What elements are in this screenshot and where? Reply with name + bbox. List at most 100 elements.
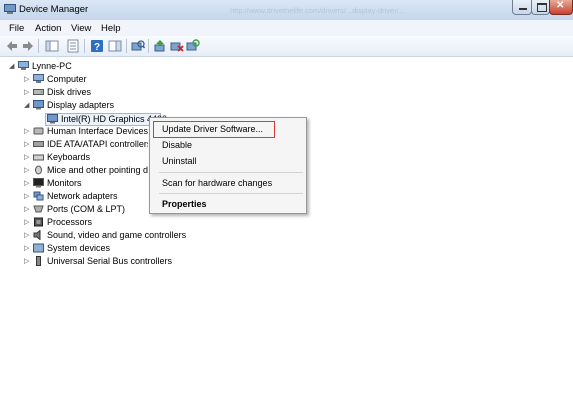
collapsed-arrow-icon[interactable]: ▷	[24, 244, 32, 253]
tree-item-label: Monitors	[47, 178, 82, 188]
processor-icon	[34, 217, 43, 227]
device-tree: ◢ Lynne-PC ▷ Computer ▷ Disk drives ◢ Di…	[0, 57, 573, 401]
collapsed-arrow-icon[interactable]: ▷	[24, 166, 32, 175]
device-manager-icon	[4, 4, 16, 14]
title-bar: Device Manager http://www.drivethelife.c…	[0, 0, 573, 20]
tree-item-network-adapters[interactable]: ▷ Network adapters	[24, 190, 148, 203]
menu-view[interactable]: View	[71, 23, 91, 34]
tree-item-label: System devices	[47, 243, 111, 253]
tree-item-label: Disk drives	[47, 87, 92, 97]
ide-controller-icon	[33, 141, 44, 147]
tree-item-label: Mice and other pointing devices	[47, 165, 148, 175]
scan-hardware-icon[interactable]	[131, 39, 145, 53]
uninstall-icon[interactable]	[170, 39, 184, 53]
maximize-button[interactable]	[531, 0, 550, 15]
tree-item-label: Universal Serial Bus controllers	[47, 256, 173, 266]
tree-item-disk-drives[interactable]: ▷ Disk drives	[24, 86, 224, 99]
tree-item-display-adapters[interactable]: ◢ Display adapters	[24, 99, 224, 112]
close-button[interactable]: ✕	[549, 0, 573, 15]
port-icon	[33, 205, 44, 213]
tree-item-monitors[interactable]: ▷ Monitors	[24, 177, 148, 190]
back-icon[interactable]	[5, 39, 19, 53]
menu-separator	[159, 193, 303, 194]
collapsed-arrow-icon[interactable]: ▷	[24, 192, 32, 201]
tree-item-label: Display adapters	[47, 100, 115, 110]
tree-item-computer[interactable]: ▷ Computer	[24, 73, 224, 86]
hid-icon	[33, 127, 44, 135]
tree-item-keyboards[interactable]: ▷ Keyboards	[24, 151, 148, 164]
toolbar-separator	[126, 39, 127, 53]
tree-item-label: Sound, video and game controllers	[47, 230, 187, 240]
mouse-icon	[35, 165, 42, 175]
menu-help[interactable]: Help	[101, 23, 121, 34]
tree-item-label: IDE ATA/ATAPI controllers	[47, 139, 148, 149]
tree-item-processors[interactable]: ▷ Processors	[24, 216, 148, 229]
show-hide-tree-icon[interactable]	[45, 39, 59, 53]
tree-item-label: Human Interface Devices	[47, 126, 148, 136]
computer-icon	[33, 74, 44, 83]
collapsed-arrow-icon[interactable]: ▷	[24, 179, 32, 188]
tree-root[interactable]: ◢ Lynne-PC	[9, 60, 129, 73]
collapsed-arrow-icon[interactable]: ▷	[24, 88, 32, 97]
maximize-icon	[537, 3, 547, 12]
collapsed-arrow-icon[interactable]: ▷	[24, 153, 32, 162]
menu-file[interactable]: File	[9, 23, 24, 34]
forward-icon[interactable]	[21, 39, 35, 53]
tree-item-label: Network adapters	[47, 191, 118, 201]
collapsed-arrow-icon[interactable]: ▷	[24, 231, 32, 240]
collapsed-arrow-icon[interactable]: ▷	[24, 218, 32, 227]
monitor-icon	[33, 178, 44, 188]
watermark: http://www.drivethelife.com/drivers/...d…	[230, 6, 406, 15]
tree-item-label: Computer	[47, 74, 87, 84]
usb-icon	[36, 256, 41, 266]
tree-root-label: Lynne-PC	[32, 61, 72, 71]
toolbar-separator	[38, 39, 39, 53]
collapsed-arrow-icon[interactable]: ▷	[24, 140, 32, 149]
collapsed-arrow-icon[interactable]: ▷	[24, 127, 32, 136]
display-adapter-icon	[33, 100, 44, 110]
collapsed-arrow-icon[interactable]: ▷	[24, 205, 32, 214]
expanded-arrow-icon[interactable]: ◢	[24, 101, 32, 110]
menu-separator	[159, 172, 303, 173]
speaker-icon	[33, 230, 41, 240]
svg-text:?: ?	[94, 42, 100, 53]
collapsed-arrow-icon[interactable]: ▷	[24, 75, 32, 84]
scan-for-hardware-changes-menu-item[interactable]: Scan for hardware changes	[162, 178, 272, 188]
disk-drive-icon	[33, 89, 44, 95]
keyboard-icon	[33, 154, 44, 161]
tree-item-label: Ports (COM & LPT)	[47, 204, 126, 214]
properties-icon[interactable]	[66, 39, 80, 53]
tree-item-mice[interactable]: ▷ Mice and other pointing devices	[24, 164, 148, 177]
menu-action[interactable]: Action	[35, 23, 61, 34]
toolbar-separator	[84, 39, 85, 53]
minimize-icon	[519, 8, 527, 10]
update-driver-software-menu-item[interactable]: Update Driver Software...	[162, 124, 263, 134]
display-adapter-icon	[47, 114, 58, 124]
close-icon: ✕	[556, 0, 565, 11]
computer-icon	[18, 61, 29, 70]
context-menu: Update Driver Software... Disable Uninst…	[149, 117, 307, 214]
collapsed-arrow-icon[interactable]: ▷	[24, 257, 32, 266]
properties-menu-item[interactable]: Properties	[162, 199, 207, 209]
window-title: Device Manager	[19, 4, 89, 15]
enable-device-icon[interactable]	[186, 39, 200, 53]
toolbar-separator	[148, 39, 149, 53]
help-icon[interactable]: ?	[90, 39, 104, 53]
toolbar: ?	[0, 36, 573, 57]
minimize-button[interactable]	[512, 0, 532, 15]
tree-item-ports[interactable]: ▷ Ports (COM & LPT)	[24, 203, 148, 216]
tree-item-ide-controllers[interactable]: ▷ IDE ATA/ATAPI controllers	[24, 138, 148, 151]
disable-menu-item[interactable]: Disable	[162, 140, 192, 150]
menu-bar: File Action View Help	[0, 20, 573, 36]
update-driver-icon[interactable]	[153, 39, 167, 53]
expanded-arrow-icon[interactable]: ◢	[9, 62, 17, 71]
tree-item-label: Keyboards	[47, 152, 91, 162]
tree-item-usb-controllers[interactable]: ▷ Universal Serial Bus controllers	[24, 255, 224, 268]
action-pane-icon[interactable]	[108, 39, 122, 53]
tree-item-sound-video-game[interactable]: ▷ Sound, video and game controllers	[24, 229, 224, 242]
tree-item-system-devices[interactable]: ▷ System devices	[24, 242, 224, 255]
uninstall-menu-item[interactable]: Uninstall	[162, 156, 197, 166]
tree-item-label: Processors	[47, 217, 93, 227]
system-device-icon	[33, 243, 44, 253]
tree-item-human-interface-devices[interactable]: ▷ Human Interface Devices	[24, 125, 148, 138]
